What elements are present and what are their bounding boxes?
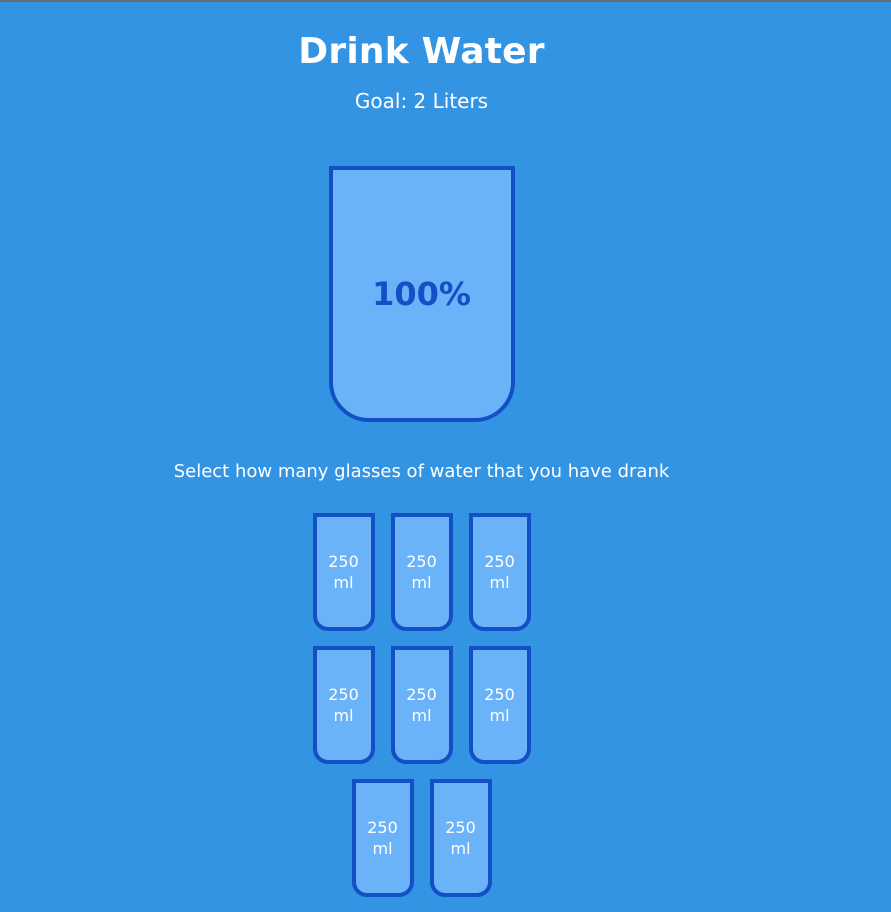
small-cup-5[interactable]: 250 ml: [390, 646, 453, 764]
cup-label: 250 ml: [484, 685, 515, 725]
cup-label: 250 ml: [406, 685, 437, 725]
small-cup-6[interactable]: 250 ml: [468, 646, 531, 764]
instructions-text: Select how many glasses of water that yo…: [173, 461, 670, 482]
cup-label: 250 ml: [445, 818, 476, 858]
cup-label: 250 ml: [367, 818, 398, 858]
percentage-label: 100%: [372, 275, 471, 313]
small-cup-3[interactable]: 250 ml: [468, 513, 531, 631]
goal-text: Goal: 2 Liters: [354, 89, 489, 113]
small-cup-4[interactable]: 250 ml: [312, 646, 375, 764]
small-cup-7[interactable]: 250 ml: [351, 779, 414, 897]
small-cup-1[interactable]: 250 ml: [312, 513, 375, 631]
small-cup-8[interactable]: 250 ml: [429, 779, 492, 897]
cup-label: 250 ml: [406, 552, 437, 592]
small-cups-grid: 250 ml 250 ml 250 ml 250 ml 250 ml 250 m…: [272, 513, 572, 912]
cup-label: 250 ml: [484, 552, 515, 592]
percentage-fill: 100%: [333, 170, 511, 418]
app-container: Drink Water Goal: 2 Liters 100% Select h…: [0, 2, 843, 912]
big-cup: 100%: [328, 166, 515, 422]
cup-label: 250 ml: [328, 552, 359, 592]
small-cup-2[interactable]: 250 ml: [390, 513, 453, 631]
page-title: Drink Water: [298, 31, 545, 72]
cup-label: 250 ml: [328, 685, 359, 725]
